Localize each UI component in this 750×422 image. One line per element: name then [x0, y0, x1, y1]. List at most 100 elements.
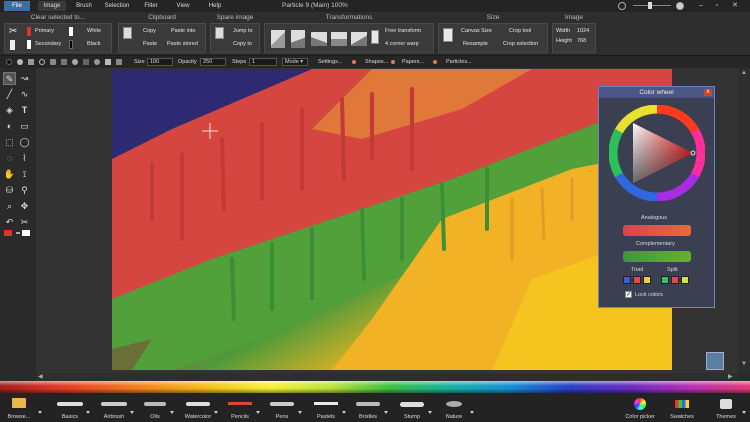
copy-button[interactable]: Copy	[143, 28, 156, 34]
brush-shape-bristle-icon[interactable]	[116, 59, 122, 65]
stretch-icon[interactable]	[351, 32, 367, 46]
black-swatch[interactable]	[69, 40, 73, 49]
ellipse-select-icon[interactable]: ◯	[18, 136, 31, 149]
themes-button[interactable]: Themes	[708, 396, 744, 420]
menu-selection[interactable]: Selection	[101, 1, 133, 11]
chevron-down-icon[interactable]	[298, 411, 302, 414]
paste-stored-button[interactable]: Paste stored	[167, 41, 198, 47]
secondary-swatch[interactable]	[27, 40, 31, 49]
chevron-down-icon[interactable]	[428, 411, 432, 414]
brush-shape-square-icon[interactable]	[28, 59, 34, 65]
primary-swatch[interactable]	[27, 27, 31, 36]
painting-canvas[interactable]	[112, 69, 672, 370]
navigator-thumbnail[interactable]	[706, 352, 724, 370]
menu-brush[interactable]: Brush	[70, 1, 98, 11]
copy-to-button[interactable]: Copy to	[233, 41, 252, 47]
airbrush-button[interactable]: Airbrush	[96, 396, 132, 420]
horizontal-scrollbar[interactable]: ◀ ▶	[36, 373, 738, 381]
split-swatch-2[interactable]	[671, 276, 679, 284]
eraser-tool-icon[interactable]: ▭	[18, 120, 31, 133]
resample-button[interactable]: Resample	[463, 41, 488, 47]
smudge-tool-icon[interactable]: ↝	[18, 72, 31, 85]
white-swatch[interactable]	[69, 27, 73, 36]
flip-icon[interactable]	[331, 32, 347, 46]
pan-tool-icon[interactable]: ✥	[18, 200, 31, 213]
brightness-icon[interactable]	[618, 2, 626, 10]
zoom-slider-thumb[interactable]	[648, 2, 652, 9]
papers-button[interactable]: Papers...	[402, 58, 424, 66]
brush-shape-chalk-icon[interactable]	[105, 59, 111, 65]
settings-button[interactable]: Settings...	[318, 58, 342, 66]
clone-tool-icon[interactable]: ◐	[3, 120, 16, 133]
rotate-icon[interactable]	[271, 30, 285, 48]
swap-colors-icon[interactable]	[16, 232, 20, 234]
brush-shape-round-icon[interactable]	[72, 59, 78, 65]
rect-select-icon[interactable]: ⬚	[3, 136, 16, 149]
stump-button[interactable]: Stump	[394, 396, 430, 420]
chevron-down-icon[interactable]	[38, 411, 42, 414]
spare-image-icon[interactable]	[215, 27, 224, 39]
free-transform-button[interactable]: Free transform	[385, 28, 421, 34]
chevron-down-icon[interactable]	[256, 411, 260, 414]
steps-input[interactable]: 1	[249, 58, 277, 66]
scroll-right-icon[interactable]: ▶	[728, 373, 733, 380]
clear-white[interactable]: White	[87, 28, 101, 34]
crop-tool-button[interactable]: Crop tool	[509, 28, 531, 34]
magic-wand-icon[interactable]: ⌇	[18, 152, 31, 165]
brush-shape-grain-icon[interactable]	[61, 59, 67, 65]
swatches-button[interactable]: Swatches	[664, 396, 700, 420]
eyedropper-icon[interactable]: ⟟	[18, 168, 31, 181]
triad-swatch-3[interactable]	[643, 276, 651, 284]
close-icon[interactable]: x	[704, 89, 712, 96]
primary-color-swatch[interactable]	[4, 230, 12, 236]
bucket-tool-icon[interactable]: ⛁	[3, 184, 16, 197]
basics-button[interactable]: Basics	[52, 396, 88, 420]
pastels-button[interactable]: Pastels	[308, 396, 344, 420]
clear-primary[interactable]: Primary	[35, 28, 54, 34]
maximize-icon[interactable]: ▫	[710, 0, 724, 12]
chevron-down-icon[interactable]	[170, 411, 174, 414]
oils-button[interactable]: Oils	[138, 396, 172, 420]
clear-secondary[interactable]: Secondary	[35, 41, 61, 47]
crop-selection-button[interactable]: Crop selection	[503, 41, 538, 47]
nature-button[interactable]: Nature	[436, 396, 472, 420]
pencils-button[interactable]: Pencils	[222, 396, 258, 420]
scroll-left-icon[interactable]: ◀	[38, 373, 43, 380]
perspective-icon[interactable]	[291, 30, 305, 48]
particles-button[interactable]: Particles...	[446, 58, 472, 66]
brush-tool-icon[interactable]: ✎	[3, 72, 16, 85]
triad-swatch-1[interactable]	[623, 276, 631, 284]
canvas-size-icon[interactable]	[443, 28, 453, 42]
paste-into-button[interactable]: Paste into	[171, 28, 195, 34]
free-transform-icon[interactable]	[371, 30, 379, 44]
canvas-size-button[interactable]: Canvas Size	[461, 28, 492, 34]
scroll-up-icon[interactable]: ▲	[741, 70, 747, 76]
brush-shape-soft-icon[interactable]	[17, 59, 23, 65]
menu-help[interactable]: Help	[201, 1, 229, 11]
minimize-icon[interactable]: –	[694, 0, 708, 12]
clear-icon[interactable]: ✂	[18, 216, 31, 229]
menu-image[interactable]: Image	[38, 1, 66, 11]
bristles-button[interactable]: Bristles	[350, 396, 386, 420]
clipboard-icon[interactable]	[123, 27, 132, 39]
zoom-slider[interactable]	[633, 5, 671, 6]
opacity-input[interactable]: 250	[200, 58, 226, 66]
scroll-down-icon[interactable]: ▼	[741, 361, 747, 367]
contrast-icon[interactable]	[676, 2, 684, 10]
split-swatch-3[interactable]	[681, 276, 689, 284]
close-icon[interactable]: ✕	[728, 0, 742, 12]
chevron-down-icon[interactable]	[214, 411, 218, 414]
split-swatch-1[interactable]	[661, 276, 669, 284]
hue-wheel[interactable]	[609, 105, 705, 201]
triad-swatch-2[interactable]	[633, 276, 641, 284]
chevron-down-icon[interactable]	[130, 411, 134, 414]
lasso-tool-icon[interactable]: ◌	[3, 152, 16, 165]
menu-filter[interactable]: Filter	[137, 1, 165, 11]
lock-colors-checkbox[interactable]: ✓	[625, 291, 632, 298]
complementary-bar[interactable]	[623, 251, 691, 262]
menu-view[interactable]: View	[169, 1, 197, 11]
zoom-tool-icon[interactable]: ⌕	[3, 200, 16, 213]
vertical-scrollbar[interactable]: ▲ ▼	[738, 68, 750, 373]
clear-black[interactable]: Black	[87, 41, 100, 47]
corner-warp-button[interactable]: 4 corner warp	[385, 41, 419, 47]
